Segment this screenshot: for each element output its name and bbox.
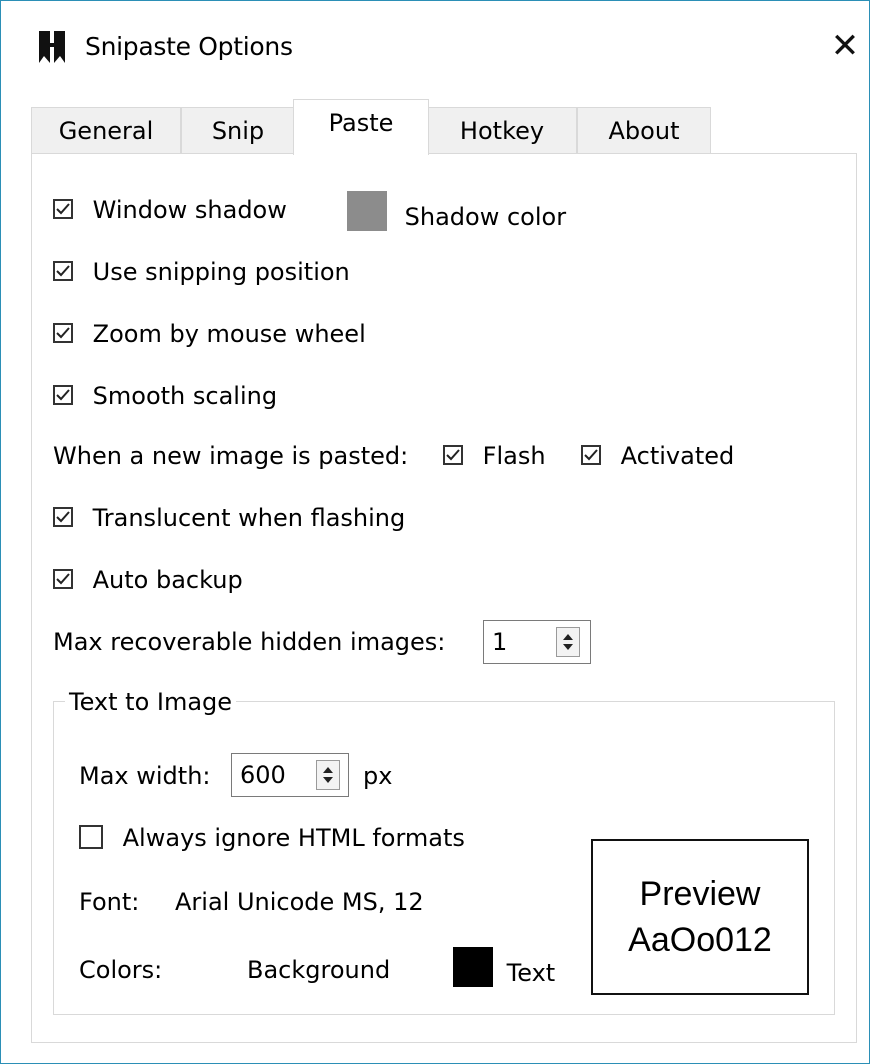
use-snipping-position-label: Use snipping position bbox=[92, 258, 350, 286]
auto-backup-checkbox[interactable] bbox=[53, 569, 73, 589]
zoom-by-mouse-wheel-checkbox[interactable] bbox=[53, 323, 73, 343]
max-width-spinbox[interactable]: 600 bbox=[231, 753, 349, 797]
text-to-image-title: Text to Image bbox=[65, 685, 237, 719]
colors-label: Colors: bbox=[79, 956, 163, 984]
activated-label: Activated bbox=[620, 442, 735, 470]
tab-paste[interactable]: Paste bbox=[293, 99, 429, 155]
ignore-html-option[interactable]: Always ignore HTML formats bbox=[79, 821, 465, 855]
max-width-value[interactable]: 600 bbox=[240, 758, 286, 792]
tab-bar: General Snip Hotkey About Paste bbox=[1, 1, 869, 161]
tab-snip[interactable]: Snip bbox=[181, 107, 295, 153]
background-color-label: Background bbox=[247, 956, 391, 984]
spin-arrows-icon[interactable] bbox=[316, 760, 340, 790]
smooth-scaling-checkbox[interactable] bbox=[53, 385, 73, 405]
font-label: Font: bbox=[79, 888, 140, 916]
flash-label: Flash bbox=[482, 442, 546, 470]
shadow-color-label: Shadow color bbox=[404, 202, 567, 231]
spin-arrows-icon[interactable] bbox=[556, 627, 580, 657]
max-width-unit: px bbox=[363, 762, 393, 790]
flash-option[interactable]: Flash bbox=[443, 439, 546, 473]
window-shadow-checkbox[interactable] bbox=[53, 199, 73, 219]
activated-checkbox[interactable] bbox=[581, 445, 601, 465]
tab-hotkey[interactable]: Hotkey bbox=[427, 107, 577, 153]
auto-backup-label: Auto backup bbox=[92, 566, 243, 594]
preview-line-2: AaOo012 bbox=[628, 921, 772, 959]
use-snipping-position-option[interactable]: Use snipping position bbox=[53, 255, 350, 289]
translucent-when-flashing-label: Translucent when flashing bbox=[92, 504, 406, 532]
text-preview-box: Preview AaOo012 bbox=[591, 839, 809, 995]
checkmark-icon bbox=[446, 449, 460, 461]
activated-option[interactable]: Activated bbox=[581, 439, 734, 473]
checkmark-icon bbox=[584, 449, 598, 461]
tab-about[interactable]: About bbox=[577, 107, 711, 153]
ignore-html-checkbox[interactable] bbox=[79, 825, 103, 849]
tab-general[interactable]: General bbox=[31, 107, 181, 153]
shadow-color-swatch[interactable] bbox=[347, 191, 387, 240]
text-color-label: Text bbox=[506, 958, 556, 987]
new-image-pasted-label: When a new image is pasted: bbox=[53, 442, 409, 470]
use-snipping-position-checkbox[interactable] bbox=[53, 261, 73, 281]
window-shadow-option[interactable]: Window shadow bbox=[53, 193, 287, 227]
max-recoverable-label: Max recoverable hidden images: bbox=[53, 628, 446, 656]
zoom-by-mouse-wheel-label: Zoom by mouse wheel bbox=[92, 320, 366, 348]
checkmark-icon bbox=[56, 511, 70, 523]
checkmark-icon bbox=[56, 573, 70, 585]
shadow-color-option[interactable]: Shadow color bbox=[347, 191, 567, 242]
checkmark-icon bbox=[56, 203, 70, 215]
background-color-option[interactable]: Background bbox=[247, 953, 390, 987]
translucent-when-flashing-checkbox[interactable] bbox=[53, 507, 73, 527]
smooth-scaling-label: Smooth scaling bbox=[92, 382, 278, 410]
preview-line-1: Preview bbox=[639, 875, 761, 913]
checkmark-icon bbox=[56, 389, 70, 401]
font-value[interactable]: Arial Unicode MS, 12 bbox=[175, 885, 424, 919]
flash-checkbox[interactable] bbox=[443, 445, 463, 465]
translucent-when-flashing-option[interactable]: Translucent when flashing bbox=[53, 501, 405, 535]
checkmark-icon bbox=[56, 327, 70, 339]
max-recoverable-spinbox[interactable]: 1 bbox=[483, 620, 591, 664]
text-color-swatch[interactable] bbox=[453, 947, 493, 996]
auto-backup-option[interactable]: Auto backup bbox=[53, 563, 243, 597]
checkmark-icon bbox=[56, 265, 70, 277]
window-shadow-label: Window shadow bbox=[92, 196, 287, 224]
text-color-option[interactable]: Text bbox=[453, 947, 556, 998]
options-window: Snipaste Options ✕ General Snip Hotkey A… bbox=[0, 0, 870, 1064]
max-recoverable-value[interactable]: 1 bbox=[492, 625, 507, 659]
ignore-html-label: Always ignore HTML formats bbox=[122, 824, 465, 852]
zoom-by-mouse-wheel-option[interactable]: Zoom by mouse wheel bbox=[53, 317, 366, 351]
smooth-scaling-option[interactable]: Smooth scaling bbox=[53, 379, 277, 413]
max-width-label: Max width: bbox=[79, 762, 211, 790]
